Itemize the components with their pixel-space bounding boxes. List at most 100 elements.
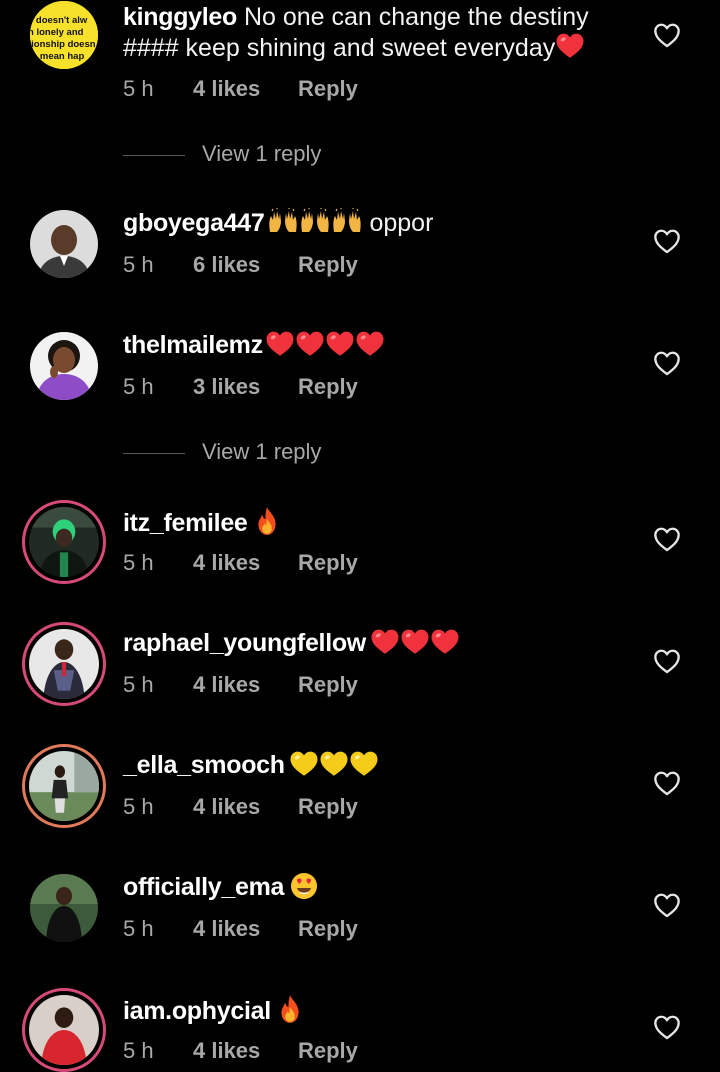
avatar[interactable] bbox=[30, 332, 98, 400]
avatar-image bbox=[29, 507, 99, 577]
comment-text: kinggyleo No one can change the destiny … bbox=[123, 3, 643, 63]
reply-button[interactable]: Reply bbox=[298, 914, 358, 944]
likes-count[interactable]: 4 likes bbox=[193, 792, 298, 822]
view-replies-label: View 1 reply bbox=[202, 439, 322, 464]
raising-hands-emoji bbox=[267, 208, 299, 234]
comment-time: 5 h bbox=[123, 672, 154, 697]
reply-button[interactable]: Reply bbox=[298, 792, 358, 822]
comment-meta: 5 h 4 likes Reply bbox=[123, 670, 358, 700]
comment-meta: 5 h 4 likes Reply bbox=[123, 792, 358, 822]
red-heart-emoji bbox=[355, 330, 385, 357]
comment-text: iam.ophycial bbox=[123, 994, 643, 1026]
likes-count[interactable]: 6 likes bbox=[193, 250, 298, 280]
red-heart-emoji bbox=[325, 330, 355, 357]
like-heart-icon[interactable] bbox=[653, 1014, 681, 1040]
red-heart-emoji bbox=[295, 330, 325, 357]
comment-text: itz_femilee bbox=[123, 506, 643, 538]
raising-hands-emoji bbox=[299, 208, 331, 234]
fire-emoji bbox=[277, 994, 303, 1024]
avatar-image bbox=[30, 874, 98, 942]
red-heart-emoji bbox=[430, 628, 460, 655]
divider-line bbox=[123, 154, 185, 156]
reply-button[interactable]: Reply bbox=[298, 250, 358, 280]
comment-text: _ella_smooch bbox=[123, 750, 643, 780]
likes-count[interactable]: 3 likes bbox=[193, 372, 298, 402]
comment-time: 5 h bbox=[123, 550, 154, 575]
reply-button[interactable]: Reply bbox=[298, 548, 358, 578]
like-heart-icon[interactable] bbox=[653, 22, 681, 48]
avatar-with-story-ring[interactable] bbox=[22, 744, 106, 828]
comment-text: raphael_youngfellow bbox=[123, 628, 643, 658]
username[interactable]: thelmailemz bbox=[123, 331, 263, 359]
comment-meta: 5 h 4 likes Reply bbox=[123, 548, 358, 578]
yellow-heart-emoji bbox=[349, 750, 379, 777]
comment-time: 5 h bbox=[123, 1038, 154, 1063]
comment-meta: 5 h 4 likes Reply bbox=[123, 1036, 358, 1066]
red-heart-emoji bbox=[555, 32, 585, 59]
view-replies-label: View 1 reply bbox=[202, 141, 322, 166]
avatar-text-line: e doesn't alw bbox=[30, 15, 88, 26]
comment-meta: 5 h 6 likes Reply bbox=[123, 250, 358, 280]
divider-line bbox=[123, 452, 185, 454]
likes-count[interactable]: 4 likes bbox=[193, 1036, 298, 1066]
avatar bbox=[29, 995, 99, 1065]
fire-emoji bbox=[254, 506, 280, 536]
reply-button[interactable]: Reply bbox=[298, 1036, 358, 1066]
avatar bbox=[29, 751, 99, 821]
avatar bbox=[29, 629, 99, 699]
avatar-with-story-ring[interactable] bbox=[22, 622, 106, 706]
avatar-image: e doesn't alw n lonely and tionship does… bbox=[30, 1, 98, 69]
username[interactable]: gboyega447 bbox=[123, 209, 265, 237]
avatar[interactable] bbox=[30, 210, 98, 278]
view-replies-button[interactable]: View 1 reply bbox=[123, 437, 321, 467]
like-heart-icon[interactable] bbox=[653, 892, 681, 918]
avatar[interactable]: e doesn't alw n lonely and tionship does… bbox=[30, 1, 98, 69]
like-heart-icon[interactable] bbox=[653, 770, 681, 796]
like-heart-icon[interactable] bbox=[653, 526, 681, 552]
avatar-text-line: n lonely and bbox=[30, 27, 84, 38]
avatar-image bbox=[29, 751, 99, 821]
username[interactable]: officially_ema bbox=[123, 873, 284, 901]
avatar-text-line: s mean hap bbox=[32, 51, 84, 62]
comment-time: 5 h bbox=[123, 252, 154, 277]
comment-time: 5 h bbox=[123, 916, 154, 941]
comment-meta: 5 h 3 likes Reply bbox=[123, 372, 358, 402]
username[interactable]: kinggyleo bbox=[123, 3, 237, 31]
comment-time: 5 h bbox=[123, 76, 154, 101]
likes-count[interactable]: 4 likes bbox=[193, 548, 298, 578]
red-heart-emoji bbox=[370, 628, 400, 655]
avatar-image bbox=[29, 629, 99, 699]
comment-text: officially_ema bbox=[123, 872, 643, 902]
username[interactable]: iam.ophycial bbox=[123, 997, 271, 1025]
avatar-image bbox=[29, 995, 99, 1065]
comment-meta: 5 h 4 likes Reply bbox=[123, 914, 358, 944]
comment-body: oppor bbox=[369, 209, 434, 237]
yellow-heart-emoji bbox=[319, 750, 349, 777]
comment-time: 5 h bbox=[123, 794, 154, 819]
red-heart-emoji bbox=[265, 330, 295, 357]
username[interactable]: _ella_smooch bbox=[123, 751, 285, 779]
reply-button[interactable]: Reply bbox=[298, 670, 358, 700]
avatar-with-story-ring[interactable] bbox=[22, 988, 106, 1072]
yellow-heart-emoji bbox=[289, 750, 319, 777]
likes-count[interactable]: 4 likes bbox=[193, 914, 298, 944]
username[interactable]: raphael_youngfellow bbox=[123, 629, 366, 657]
avatar-with-story-ring[interactable] bbox=[22, 500, 106, 584]
reply-button[interactable]: Reply bbox=[298, 372, 358, 402]
comment-meta: 5 h 4 likes Reply bbox=[123, 74, 358, 104]
reply-button[interactable]: Reply bbox=[298, 74, 358, 104]
likes-count[interactable]: 4 likes bbox=[193, 670, 298, 700]
like-heart-icon[interactable] bbox=[653, 648, 681, 674]
username[interactable]: itz_femilee bbox=[123, 509, 248, 537]
avatar-image bbox=[30, 210, 98, 278]
comment-time: 5 h bbox=[123, 374, 154, 399]
like-heart-icon[interactable] bbox=[653, 228, 681, 254]
raising-hands-emoji bbox=[331, 208, 363, 234]
avatar[interactable] bbox=[30, 874, 98, 942]
view-replies-button[interactable]: View 1 reply bbox=[123, 139, 321, 169]
heart-eyes-emoji bbox=[290, 872, 318, 900]
red-heart-emoji bbox=[400, 628, 430, 655]
avatar-text-line: tionship doesn bbox=[30, 39, 96, 50]
likes-count[interactable]: 4 likes bbox=[193, 74, 298, 104]
like-heart-icon[interactable] bbox=[653, 350, 681, 376]
